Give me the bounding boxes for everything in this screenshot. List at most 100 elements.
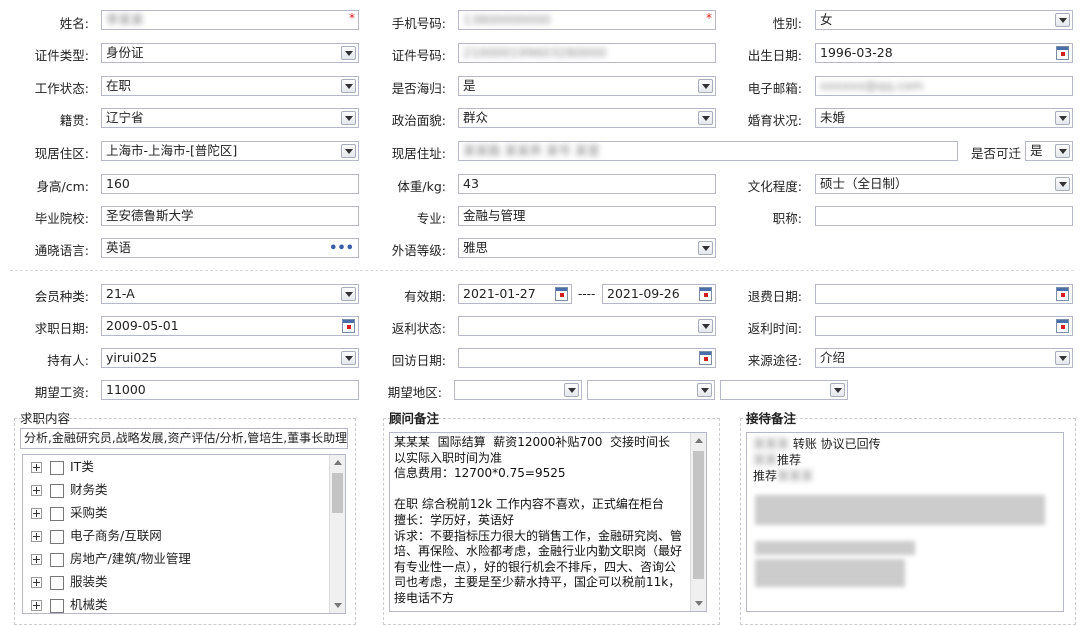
area-province-select[interactable] (454, 380, 582, 400)
scroll-up-icon[interactable] (330, 455, 345, 470)
valid-to-field[interactable]: 2021-09-26 (602, 284, 716, 304)
consultant-notes-textarea[interactable]: 某某某 国际结算 薪资12000补贴700 交接时间长 以实际入职时间为准 信息… (389, 432, 707, 612)
name-field[interactable]: 李某某 * (101, 10, 359, 30)
region-select[interactable]: 上海市-上海市-[普陀区] (101, 141, 359, 161)
reception-notes-textarea[interactable]: 某某某 转账 协议已回传 某某推荐 推荐某某某 (746, 432, 1064, 612)
marital-select[interactable]: 未婚 (815, 108, 1073, 128)
chevron-down-icon[interactable] (698, 111, 713, 125)
calendar-icon[interactable] (699, 287, 712, 301)
section-divider (10, 270, 1074, 271)
expand-plus-icon[interactable] (31, 462, 42, 473)
tree-item[interactable]: 服装类 (31, 571, 108, 593)
checkbox[interactable] (50, 552, 64, 567)
rebatetime-field[interactable] (815, 316, 1073, 336)
expand-plus-icon[interactable] (31, 600, 42, 611)
native-select[interactable]: 辽宁省 (101, 108, 359, 128)
calendar-icon[interactable] (699, 351, 712, 365)
height-field[interactable]: 160 (101, 174, 359, 194)
chevron-down-icon[interactable] (341, 287, 356, 301)
calendar-icon[interactable] (1056, 287, 1069, 301)
political-select[interactable]: 群众 (458, 108, 716, 128)
chevron-down-icon[interactable] (564, 383, 579, 397)
email-field[interactable]: xxxxxx@qq.com (815, 76, 1073, 96)
tree-scrollbar[interactable] (329, 455, 345, 613)
school-field[interactable]: 圣安德鲁斯大学 (101, 206, 359, 226)
expand-plus-icon[interactable] (31, 531, 42, 542)
tree-item[interactable]: IT类 (31, 456, 94, 478)
scroll-thumb[interactable] (693, 451, 704, 579)
chevron-down-icon[interactable] (1055, 351, 1070, 365)
area-city-select[interactable] (587, 380, 715, 400)
calendar-icon[interactable] (1056, 46, 1069, 60)
edu-select[interactable]: 硕士（全日制） (815, 174, 1073, 194)
holder-select[interactable]: yirui025 (101, 348, 359, 368)
birth-date-field[interactable]: 1996-03-28 (815, 43, 1073, 63)
chevron-down-icon[interactable] (341, 144, 356, 158)
area-district-select[interactable] (720, 380, 848, 400)
chevron-down-icon[interactable] (1055, 13, 1070, 27)
tree-item[interactable]: 电子商务/互联网 (31, 525, 162, 547)
chevron-down-icon[interactable] (698, 241, 713, 255)
title-field[interactable] (815, 206, 1073, 226)
visit-label: 回访日期: (391, 353, 446, 368)
calendar-icon[interactable] (342, 319, 355, 333)
workstatus-select[interactable]: 在职 (101, 76, 359, 96)
region-value: 上海市-上海市-[普陀区] (106, 143, 238, 158)
tree-item[interactable]: 机械类 (31, 594, 108, 613)
calendar-icon[interactable] (1056, 319, 1069, 333)
source-select[interactable]: 介绍 (815, 348, 1073, 368)
job-category-tree[interactable]: IT类 财务类 采购类 电子商务/互联网 房地产/建筑/物业管理 服装类 机械类 (22, 454, 346, 614)
valid-from-field[interactable]: 2021-01-27 (458, 284, 572, 304)
scroll-down-icon[interactable] (330, 598, 345, 613)
more-dots-icon[interactable]: ••• (329, 240, 354, 257)
chevron-down-icon[interactable] (1055, 144, 1070, 158)
address-field[interactable]: 某某路 某某弄 某号 某室 (458, 141, 958, 161)
checkbox[interactable] (50, 529, 64, 544)
valid-from-value: 2021-01-27 (463, 286, 536, 301)
idno-field[interactable]: 210000199603280000 (458, 43, 716, 63)
phone-field[interactable]: 13800000000 * (458, 10, 716, 30)
salary-field[interactable]: 11000 (101, 380, 359, 400)
visit-date-field[interactable] (458, 348, 716, 368)
expand-plus-icon[interactable] (31, 508, 42, 519)
scroll-up-icon[interactable] (691, 433, 706, 448)
checkbox[interactable] (50, 506, 64, 521)
overseas-select[interactable]: 是 (458, 76, 716, 96)
chevron-down-icon[interactable] (698, 79, 713, 93)
lang-field[interactable]: 英语 ••• (101, 238, 359, 258)
checkbox[interactable] (50, 598, 64, 613)
gender-select[interactable]: 女 (815, 10, 1073, 30)
expand-plus-icon[interactable] (31, 485, 42, 496)
chevron-down-icon[interactable] (341, 79, 356, 93)
chevron-down-icon[interactable] (1055, 111, 1070, 125)
checkbox[interactable] (50, 460, 64, 475)
checkbox[interactable] (50, 575, 64, 590)
langlevel-select[interactable]: 雅思 (458, 238, 716, 258)
refund-date-field[interactable] (815, 284, 1073, 304)
chevron-down-icon[interactable] (697, 383, 712, 397)
member-select[interactable]: 21-A (101, 284, 359, 304)
jobdate-field[interactable]: 2009-05-01 (101, 316, 359, 336)
tree-item[interactable]: 采购类 (31, 502, 108, 524)
chevron-down-icon[interactable] (341, 46, 356, 60)
checkbox[interactable] (50, 483, 64, 498)
calendar-icon[interactable] (555, 287, 568, 301)
expand-plus-icon[interactable] (31, 577, 42, 588)
weight-field[interactable]: 43 (458, 174, 716, 194)
notes-scrollbar[interactable] (690, 433, 706, 611)
job-summary-field[interactable]: 分析,金融研究员,战略发展,资产评估/分析,管培生,董事长助理 (20, 428, 348, 449)
major-field[interactable]: 金融与管理 (458, 206, 716, 226)
tree-item[interactable]: 房地产/建筑/物业管理 (31, 548, 191, 570)
chevron-down-icon[interactable] (830, 383, 845, 397)
rebate-select[interactable] (458, 316, 716, 336)
expand-plus-icon[interactable] (31, 554, 42, 565)
relocate-select[interactable]: 是 (1025, 141, 1073, 161)
scroll-down-icon[interactable] (691, 596, 706, 611)
scroll-thumb[interactable] (332, 473, 343, 513)
chevron-down-icon[interactable] (341, 351, 356, 365)
chevron-down-icon[interactable] (698, 319, 713, 333)
idtype-select[interactable]: 身份证 (101, 43, 359, 63)
tree-item[interactable]: 财务类 (31, 479, 108, 501)
chevron-down-icon[interactable] (341, 111, 356, 125)
chevron-down-icon[interactable] (1055, 177, 1070, 191)
